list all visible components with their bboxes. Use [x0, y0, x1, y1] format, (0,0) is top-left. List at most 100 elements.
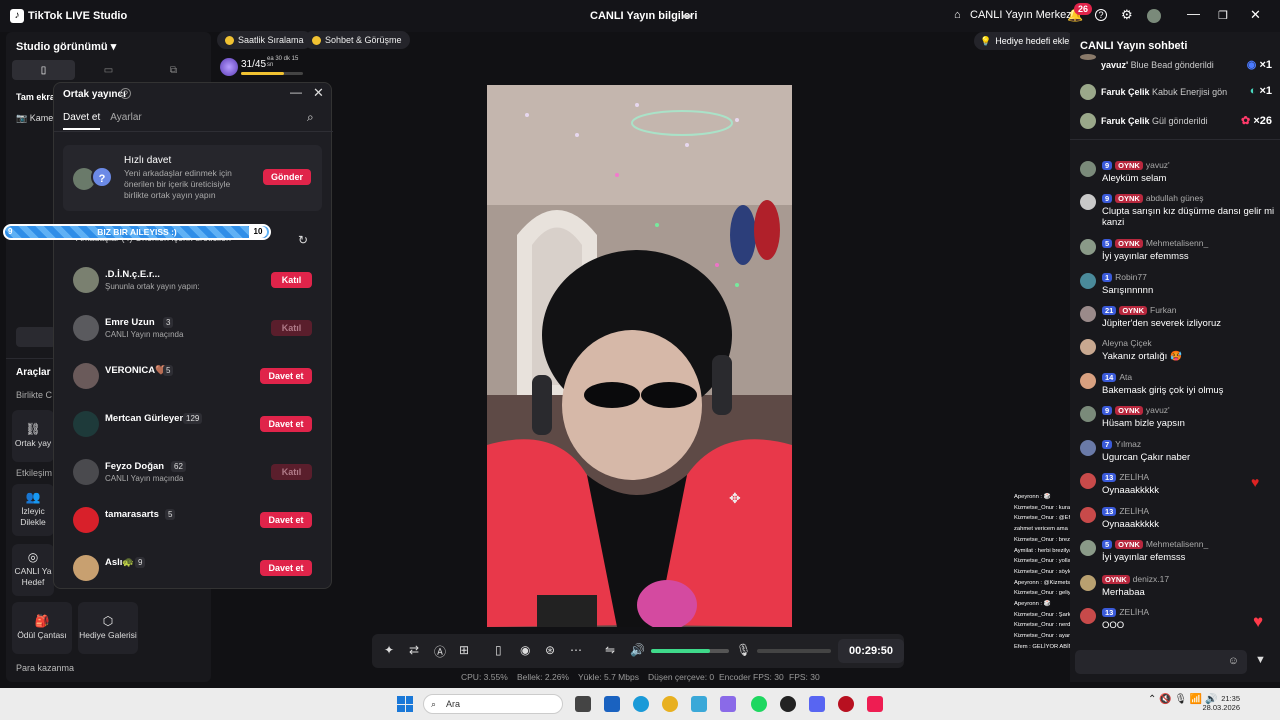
- chat-username[interactable]: yavuz': [1146, 160, 1170, 170]
- chat-username[interactable]: Ata: [1119, 372, 1132, 382]
- chat-username[interactable]: ZELİHA: [1119, 472, 1149, 482]
- studio-view-dropdown[interactable]: Studio görünümü ▾: [16, 40, 116, 53]
- chat-username[interactable]: Aleyna Çiçek: [1102, 338, 1152, 348]
- minimize-icon[interactable]: —: [290, 85, 302, 99]
- magic-wand-icon[interactable]: ✦: [384, 643, 394, 657]
- maximize-icon[interactable]: ❐: [1218, 9, 1228, 22]
- edge-icon[interactable]: [633, 696, 649, 712]
- join-button[interactable]: Katıl: [271, 272, 312, 288]
- help-icon[interactable]: ?: [120, 88, 131, 99]
- emoji-icon[interactable]: ☺: [1228, 655, 1239, 667]
- filter-icon[interactable]: ▼: [1255, 654, 1266, 666]
- fan-badge: OYNK: [1115, 238, 1143, 248]
- invite-button[interactable]: Davet et: [260, 512, 312, 528]
- avatar: [1080, 306, 1096, 322]
- replay-icon[interactable]: ⊛: [545, 643, 555, 657]
- tiktok-icon[interactable]: [867, 696, 883, 712]
- clock[interactable]: 21:35 28.03.2026: [1200, 694, 1240, 712]
- encoder-fps-stat: Encoder FPS: 30: [719, 672, 784, 682]
- join-button: Katıl: [271, 320, 312, 336]
- like-heart-icon[interactable]: ♥: [1253, 612, 1263, 632]
- chat-username[interactable]: Robin77: [1115, 272, 1147, 282]
- more-icon[interactable]: ⋯: [570, 643, 582, 657]
- chat-text: OOO: [1102, 620, 1125, 631]
- discord-icon[interactable]: [809, 696, 825, 712]
- invite-button[interactable]: Davet et: [260, 368, 312, 384]
- copilot-icon[interactable]: [720, 696, 736, 712]
- viewer-requests-tile[interactable]: 👥 İzleyic Dilekle: [12, 484, 54, 536]
- mic-icon[interactable]: 🎙: [736, 643, 751, 657]
- chat-input[interactable]: ☺: [1075, 650, 1247, 674]
- speaker-icon[interactable]: 🔊: [630, 643, 645, 657]
- chat-username[interactable]: Yılmaz: [1115, 439, 1141, 449]
- avatar: [73, 555, 99, 581]
- media-icon[interactable]: [838, 696, 854, 712]
- send-button[interactable]: Gönder: [263, 169, 311, 185]
- video-preview[interactable]: ✥: [487, 85, 792, 627]
- close-icon[interactable]: ✕: [313, 85, 324, 101]
- list-item: Feyzo Doğan 62 CANLI Yayın maçında Katıl: [63, 455, 322, 495]
- settings-app-icon[interactable]: [691, 696, 707, 712]
- reward-bag-tile[interactable]: 🎒 Ödül Çantası: [12, 602, 72, 654]
- level-progress[interactable]: 31/45 ea 30 dk 15 sn: [220, 56, 305, 80]
- chrome-icon[interactable]: [662, 696, 678, 712]
- level-badge: 5: [1102, 539, 1113, 549]
- chat-username[interactable]: yavuz': [1146, 405, 1170, 415]
- hourly-ranking-chip[interactable]: Saatlik Sıralama: [217, 31, 312, 49]
- help-icon[interactable]: ?: [1095, 9, 1107, 21]
- chat-text: Bakemask giriş çok iyi olmuş: [1102, 385, 1224, 396]
- invite-button[interactable]: Davet et: [260, 560, 312, 576]
- chat-username[interactable]: ZELİHA: [1119, 506, 1149, 516]
- video-frame: [487, 85, 792, 627]
- home-icon[interactable]: ⌂: [954, 9, 961, 21]
- chat-username[interactable]: Mehmetalisenn_: [1146, 539, 1208, 549]
- avatar[interactable]: [1147, 9, 1161, 23]
- add-scene-icon[interactable]: ⊞: [459, 643, 469, 657]
- landscape-tab[interactable]: ▭: [77, 60, 140, 80]
- chat-username[interactable]: Furkan: [1150, 305, 1176, 315]
- cohost-tile[interactable]: ⛓ Ortak yay: [12, 410, 54, 462]
- portrait-tab[interactable]: ▯: [12, 60, 75, 80]
- search-icon[interactable]: ⌕: [307, 110, 314, 125]
- volume-slider[interactable]: [651, 649, 729, 653]
- app-icon[interactable]: [780, 696, 796, 712]
- chat-call-chip[interactable]: Sohbet & Görüşme: [304, 31, 410, 49]
- invite-button[interactable]: Davet et: [260, 416, 312, 432]
- record-icon[interactable]: ◉: [520, 643, 530, 657]
- share-icon[interactable]: ➦: [682, 9, 692, 23]
- gift-gallery-tile[interactable]: ⬡ Hediye Galerisi: [78, 602, 138, 654]
- live-goal-tile[interactable]: ◎ CANLI Ya Hedef: [12, 544, 54, 596]
- chat-username[interactable]: ZELİHA: [1119, 607, 1149, 617]
- taskview-icon[interactable]: [575, 696, 591, 712]
- add-source-button[interactable]: [16, 327, 56, 347]
- close-icon[interactable]: ✕: [1250, 7, 1261, 23]
- chat-username[interactable]: Mehmetalisenn_: [1146, 238, 1208, 248]
- level-badge: 21: [1102, 305, 1117, 315]
- chat-username[interactable]: denizx.17: [1133, 574, 1169, 584]
- spotify-icon[interactable]: [751, 696, 767, 712]
- settings-gear-icon[interactable]: ⚙: [1121, 7, 1133, 23]
- translate-icon[interactable]: ⇄: [409, 643, 419, 657]
- phone-icon[interactable]: ▯: [495, 643, 502, 657]
- heart-icon: ♥: [1251, 474, 1260, 490]
- dual-tab[interactable]: ⧉: [142, 60, 205, 80]
- minimize-icon[interactable]: —: [1187, 6, 1200, 21]
- live-center-link[interactable]: CANLI Yayın Merkezi: [970, 9, 1074, 21]
- mic-slider[interactable]: [757, 649, 831, 653]
- mixer-icon[interactable]: ⇋: [605, 643, 615, 657]
- tab-invite[interactable]: Davet et: [63, 112, 101, 130]
- windows-start-icon[interactable]: [397, 696, 413, 712]
- taskbar-search[interactable]: ⌕ Ara: [423, 694, 563, 714]
- refresh-icon[interactable]: ↻: [298, 233, 308, 247]
- chat-username[interactable]: abdullah güneş: [1146, 193, 1204, 203]
- ai-icon[interactable]: Ⓐ: [434, 643, 446, 660]
- level-badge: 13: [1102, 472, 1117, 482]
- avatar: [1080, 473, 1096, 489]
- gift-goal-button[interactable]: 💡 Hediye hedefi ekle: [974, 32, 1076, 50]
- camera-source[interactable]: 📷 Kame: [16, 113, 53, 124]
- tab-settings[interactable]: Ayarlar: [110, 112, 142, 130]
- outlook-icon[interactable]: [604, 696, 620, 712]
- list-item: Mertcan Gürleyen 129 Davet et: [63, 407, 322, 447]
- divider: [54, 131, 333, 132]
- quick-invite-card: ? Hızlı davet Yeni arkadaşlar edinmek iç…: [63, 145, 322, 211]
